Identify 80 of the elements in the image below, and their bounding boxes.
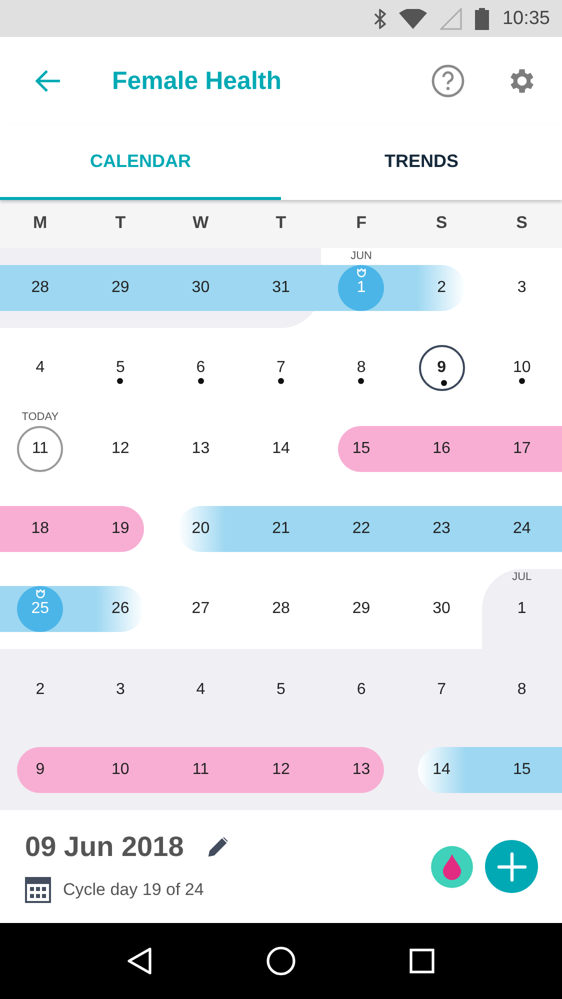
square-icon bbox=[408, 948, 435, 974]
calendar-day[interactable]: 27 bbox=[178, 586, 224, 632]
month-label: JUN bbox=[350, 250, 373, 262]
edit-button[interactable] bbox=[206, 834, 230, 858]
calendar-day[interactable]: 9 bbox=[17, 746, 64, 793]
bluetooth-icon bbox=[374, 8, 386, 28]
calendar-day[interactable]: 14 bbox=[258, 426, 304, 472]
calendar-day[interactable]: 13 bbox=[338, 746, 384, 793]
calendar-day[interactable]: 4 bbox=[178, 666, 224, 713]
wifi-icon bbox=[399, 8, 428, 28]
calendar-day[interactable]: 6 bbox=[178, 345, 224, 392]
calendar-day[interactable]: 3 bbox=[498, 265, 545, 312]
calendar-day[interactable]: 19 bbox=[97, 506, 144, 552]
calendar-day[interactable]: 9 bbox=[418, 345, 465, 392]
calendar-day[interactable]: 30 bbox=[178, 265, 224, 312]
month-label: JUL bbox=[511, 571, 533, 584]
calendar-day[interactable]: 8 bbox=[338, 345, 384, 392]
back-arrow-icon bbox=[34, 69, 62, 93]
circle-icon bbox=[266, 946, 296, 976]
calendar-day[interactable]: 5 bbox=[258, 666, 304, 713]
log-period-button[interactable] bbox=[431, 846, 473, 888]
weekday-label: F bbox=[355, 213, 368, 233]
calendar-day[interactable]: 26 bbox=[97, 586, 144, 632]
weekday-label: T bbox=[114, 213, 127, 233]
calendar-day[interactable]: 10 bbox=[498, 345, 545, 392]
calendar-day[interactable]: 22 bbox=[338, 506, 384, 552]
calendar-day[interactable]: 2 bbox=[17, 666, 64, 713]
calendar-day[interactable]: 11 bbox=[17, 426, 64, 472]
cell-signal-icon bbox=[440, 8, 462, 30]
calendar-day[interactable]: 31 bbox=[258, 265, 304, 312]
plus-icon bbox=[496, 852, 526, 882]
calendar-day[interactable]: 13 bbox=[178, 426, 224, 472]
calendar-day[interactable]: 29 bbox=[97, 265, 144, 312]
flower-icon bbox=[356, 268, 368, 278]
calendar-day[interactable]: 12 bbox=[258, 746, 304, 793]
selected-date: 09 Jun 2018 bbox=[25, 830, 184, 862]
calendar-day[interactable]: 24 bbox=[498, 506, 545, 552]
weekday-label: T bbox=[274, 213, 288, 233]
status-time: 10:35 bbox=[502, 8, 550, 30]
calendar-day[interactable]: 20 bbox=[178, 506, 224, 552]
calendar-day[interactable]: 2 bbox=[418, 265, 465, 312]
calendar-icon bbox=[25, 876, 51, 902]
calendar-day[interactable]: 29 bbox=[338, 586, 384, 632]
weekday-label: W bbox=[192, 213, 210, 233]
screen-title: Female Health bbox=[112, 66, 283, 96]
tab[interactable]: TRENDS bbox=[281, 125, 562, 200]
calendar-day[interactable]: 28 bbox=[17, 265, 64, 312]
drop-icon bbox=[442, 854, 462, 880]
calendar-day[interactable]: 5 bbox=[97, 345, 144, 392]
calendar-day[interactable]: 28 bbox=[258, 586, 304, 632]
weekday-label: M bbox=[32, 213, 48, 233]
calendar-day[interactable]: 18 bbox=[17, 506, 64, 552]
cycle-day-text: Cycle day 19 of 24 bbox=[63, 880, 204, 900]
calendar-day[interactable]: 17 bbox=[498, 426, 545, 472]
calendar-day[interactable]: 12 bbox=[97, 426, 144, 472]
help-icon bbox=[431, 64, 465, 98]
calendar-day[interactable]: 3 bbox=[97, 666, 144, 713]
calendar-day[interactable]: 15 bbox=[498, 746, 545, 793]
calendar-day[interactable]: 11 bbox=[178, 746, 224, 793]
calendar-day[interactable]: 30 bbox=[418, 586, 465, 632]
calendar-day[interactable]: 8 bbox=[498, 666, 545, 713]
calendar-day[interactable]: 4 bbox=[17, 345, 64, 392]
calendar-day[interactable]: 16 bbox=[418, 426, 465, 472]
calendar-day[interactable]: 7 bbox=[418, 666, 465, 713]
weekday-label: S bbox=[434, 213, 448, 233]
today-label: TODAY bbox=[20, 410, 60, 423]
calendar-day[interactable]: 6 bbox=[338, 666, 384, 713]
battery-icon bbox=[475, 8, 490, 30]
triangle-icon bbox=[126, 947, 154, 975]
calendar-day[interactable]: 10 bbox=[97, 746, 144, 793]
add-button[interactable] bbox=[485, 840, 538, 893]
calendar-day[interactable]: 23 bbox=[418, 506, 465, 552]
flower-icon bbox=[35, 589, 46, 600]
calendar-day[interactable]: 21 bbox=[258, 506, 304, 552]
pencil-icon bbox=[206, 834, 230, 858]
calendar-day[interactable]: 1 bbox=[498, 586, 545, 632]
calendar-day[interactable]: 15 bbox=[338, 426, 384, 472]
calendar-day[interactable]: 14 bbox=[418, 746, 465, 793]
calendar-day[interactable]: 7 bbox=[258, 345, 304, 392]
weekday-label: S bbox=[515, 213, 529, 233]
